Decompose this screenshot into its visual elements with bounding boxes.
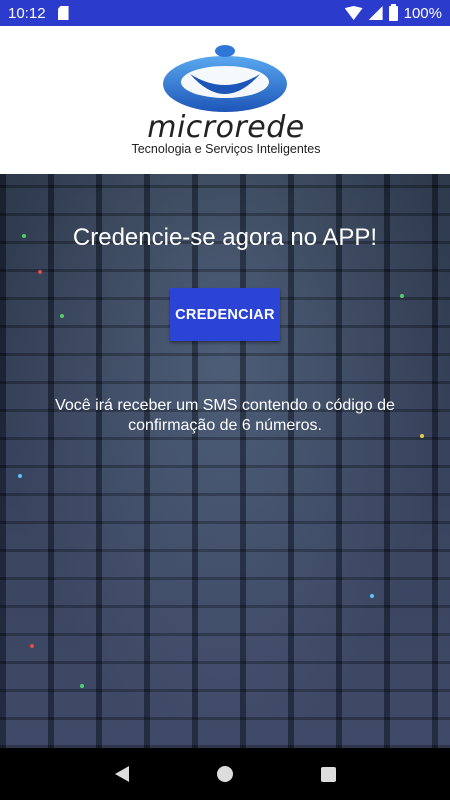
- credenciar-button[interactable]: CREDENCIAR: [170, 288, 280, 341]
- home-button[interactable]: [205, 754, 245, 794]
- wifi-icon: [344, 6, 363, 20]
- battery-icon: [388, 3, 398, 21]
- sd-card-icon: [57, 6, 69, 20]
- battery-percent: 100%: [403, 4, 442, 22]
- hero-background: Credencie-se agora no APP! CREDENCIAR Vo…: [0, 174, 450, 748]
- back-button[interactable]: [102, 754, 142, 794]
- page-title: Credencie-se agora no APP!: [72, 224, 378, 251]
- navigation-bar: [0, 748, 450, 800]
- signal-icon: [368, 6, 383, 20]
- sms-info-text: Você irá receber um SMS contendo o códig…: [55, 397, 395, 434]
- recents-icon: [320, 766, 336, 782]
- status-time: 10:12: [8, 4, 46, 22]
- logo-header: microrede Tecnologia e Serviços Intelige…: [0, 26, 450, 174]
- server-racks-image: [0, 174, 450, 748]
- brand-tagline: Tecnologia e Serviços Inteligentes: [131, 142, 321, 156]
- recents-button[interactable]: [308, 754, 348, 794]
- back-icon: [114, 766, 129, 782]
- home-icon: [216, 766, 233, 782]
- status-bar: 10:12 100%: [0, 0, 450, 26]
- microrede-logo-icon: [163, 45, 287, 112]
- brand-name: microrede: [147, 110, 305, 145]
